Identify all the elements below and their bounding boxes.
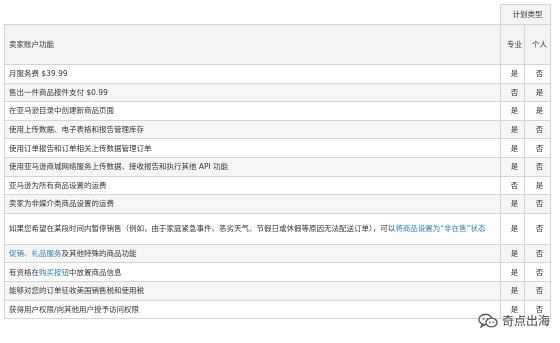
buy-box-link[interactable]: 购买按钮 [39, 268, 69, 277]
table-row: 售出一件商品按件支付 $0.99 否 是 [4, 82, 551, 103]
feature-text: 及其他特殊的商品功能 [61, 249, 137, 259]
feature-cell: 促销、礼品服务及其他特殊的商品功能 [4, 243, 501, 264]
individual-value: 否 [524, 64, 551, 84]
individual-value: 是 [524, 101, 551, 121]
individual-value: 是 [524, 175, 551, 196]
watermark-text: 奇点出海 [501, 314, 550, 328]
table-row: 促销、礼品服务及其他特殊的商品功能 是 否 [4, 243, 551, 264]
pro-value: 是 [500, 212, 525, 245]
individual-value: 是 [524, 82, 551, 103]
table-row: 卖家为非媒介类商品设置的运费 是 否 [4, 194, 551, 214]
table-row: 使用订单报告和订单相关上传数据管理订单 是 否 [4, 138, 551, 158]
table-row: 能够对您的订单征收美国销售税和使用税 是 否 [4, 280, 551, 301]
table-row: 获得用户权限/向其他用户授予访问权限 是 否 [4, 299, 551, 320]
feature-cell: 如果您希望在某段时间内暂停销售（例如，由于家庭紧急事件、恶劣天气、节假日或休假等… [4, 212, 501, 245]
feature-cell: 获得用户权限/向其他用户授予访问权限 [4, 299, 501, 320]
feature-cell: 亚马逊为所有商品设置的运费 [4, 175, 501, 196]
feature-cell: 能够对您的订单征收美国销售税和使用税 [4, 280, 501, 301]
pro-value: 是 [500, 280, 525, 301]
promotions-link[interactable]: 促销、礼品服务 [9, 249, 62, 258]
inactive-listing-link[interactable]: 将商品设置为“非在售”状态 [395, 224, 485, 233]
table-row: 使用上传数据、电子表格和报告管理库存 是 否 [4, 119, 551, 140]
feature-text: 如果您希望在某段时间内暂停销售（例如，由于家庭紧急事件、恶劣天气、节假日或休假等… [9, 223, 396, 233]
feature-cell: 在亚马逊目录中创建新商品页面 [4, 101, 501, 121]
feature-text: 中放置商品信息 [69, 267, 122, 277]
pro-value: 是 [500, 156, 525, 177]
pro-value: 是 [500, 101, 525, 121]
feature-text: 有资格在 [9, 267, 39, 277]
pro-value: 是 [500, 262, 525, 282]
table-row: 月服务费 $39.99 是 否 [4, 64, 551, 84]
table-row: 亚马逊为所有商品设置的运费 否 是 [4, 175, 551, 196]
individual-value: 否 [524, 156, 551, 177]
individual-value: 否 [524, 262, 551, 282]
pro-value: 是 [500, 64, 525, 84]
feature-cell: 卖家为非媒介类商品设置的运费 [4, 194, 501, 214]
feature-cell: 使用订单报告和订单相关上传数据管理订单 [4, 138, 501, 158]
pro-value: 是 [500, 194, 525, 214]
pro-column-header: 专业 [500, 24, 525, 65]
watermark: 奇点出海 [478, 312, 550, 329]
individual-value: 否 [524, 212, 551, 245]
individual-value: 否 [524, 194, 551, 214]
individual-value: 否 [524, 280, 551, 301]
plan-type-header: 计划类型 [500, 4, 551, 25]
feature-column-header: 卖家账户功能 [4, 24, 501, 65]
table-row: 如果您希望在某段时间内暂停销售（例如，由于家庭紧急事件、恶劣天气、节假日或休假等… [4, 212, 551, 245]
table-header-columns: 卖家账户功能 专业 个人 [4, 24, 551, 65]
pro-value: 否 [500, 82, 525, 103]
feature-cell: 使用上传数据、电子表格和报告管理库存 [4, 119, 501, 140]
pro-value: 是 [500, 138, 525, 158]
seller-plan-table: 计划类型 卖家账户功能 专业 个人 月服务费 $39.99 是 否 售出一件商品… [4, 4, 551, 320]
feature-cell: 有资格在购买按钮中放置商品信息 [4, 262, 501, 282]
pro-value: 否 [500, 175, 525, 196]
table-header-top: 计划类型 [4, 4, 551, 25]
table-row: 使用亚马逊商城网络服务上传数据、接收报告和执行其他 API 功能 是 否 [4, 156, 551, 177]
wechat-icon [478, 313, 498, 329]
individual-value: 否 [524, 243, 551, 264]
individual-column-header: 个人 [524, 24, 551, 65]
table-row: 有资格在购买按钮中放置商品信息 是 否 [4, 262, 551, 282]
pro-value: 是 [500, 119, 525, 140]
individual-value: 否 [524, 138, 551, 158]
individual-value: 否 [524, 119, 551, 140]
pro-value: 是 [500, 243, 525, 264]
header-spacer [4, 4, 501, 25]
feature-cell: 售出一件商品按件支付 $0.99 [4, 82, 501, 103]
feature-cell: 使用亚马逊商城网络服务上传数据、接收报告和执行其他 API 功能 [4, 156, 501, 177]
feature-cell: 月服务费 $39.99 [4, 64, 501, 84]
table-row: 在亚马逊目录中创建新商品页面 是 是 [4, 101, 551, 121]
